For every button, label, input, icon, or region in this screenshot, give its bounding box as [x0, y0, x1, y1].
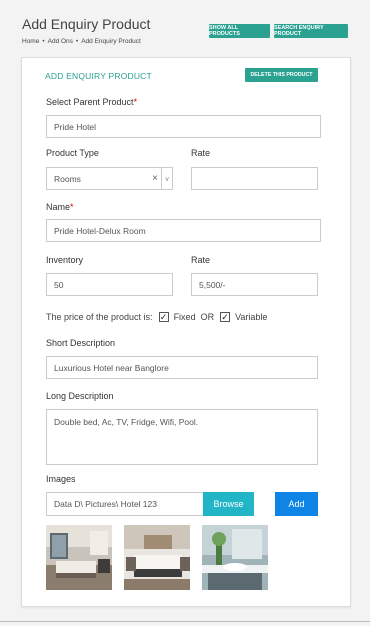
show-all-products-button[interactable]: SHOW ALL PRODUCTS — [209, 24, 270, 38]
name-label: Name* — [46, 202, 74, 212]
or-text: OR — [200, 312, 215, 322]
image-thumbnail[interactable] — [202, 525, 268, 590]
variable-checkbox[interactable]: ✓ — [220, 312, 231, 322]
name-input[interactable]: Pride Hotel-Delux Room — [46, 219, 321, 242]
variable-label: Variable — [235, 312, 268, 322]
rate-input-top[interactable] — [191, 167, 318, 190]
image-thumbnail[interactable] — [124, 525, 190, 590]
breadcrumb-addons[interactable]: Add Ons — [48, 38, 73, 45]
clear-icon[interactable]: × — [152, 173, 158, 184]
rate-label: Rate — [191, 255, 211, 265]
browse-button[interactable]: Browse — [203, 492, 254, 516]
breadcrumb-current: Add Enquiry Product — [81, 38, 141, 45]
long-description-label: Long Description — [46, 391, 114, 401]
name-label-text: Name — [46, 202, 71, 212]
fixed-label: Fixed — [173, 312, 196, 322]
short-description-input[interactable]: Luxurious Hotel near Banglore — [46, 356, 318, 379]
images-label: Images — [46, 474, 76, 484]
long-description-textarea[interactable]: Double bed, Ac, TV, Fridge, Wifi, Pool. — [46, 409, 318, 465]
inventory-input[interactable]: 50 — [46, 273, 173, 296]
enquiry-product-form-card: ADD ENQUIRY PRODUCT DELETE THIS PRODUCT … — [21, 57, 351, 607]
breadcrumb: Home • Add Ons • Add Enquiry Product — [22, 38, 141, 45]
breadcrumb-separator: • — [75, 38, 79, 45]
page-title: Add Enquiry Product — [22, 16, 151, 32]
required-mark: * — [70, 202, 74, 212]
parent-product-label: Select Parent Product* — [46, 97, 137, 107]
search-enquiry-product-button[interactable]: SEARCH ENQUIRY PRODUCT — [274, 24, 348, 38]
delete-product-button[interactable]: DELETE THIS PRODUCT — [245, 68, 318, 82]
product-type-label: Product Type — [46, 148, 99, 158]
price-type-text: The price of the product is: — [46, 312, 153, 322]
rate-input[interactable]: 5,500/- — [191, 273, 318, 296]
parent-product-label-text: Select Parent Product — [46, 97, 134, 107]
chevron-down-icon[interactable]: ∨ — [161, 168, 172, 189]
price-type-row: The price of the product is: ✓ Fixed OR … — [46, 312, 267, 322]
product-type-value: Rooms — [54, 173, 81, 184]
parent-product-input[interactable]: Pride Hotel — [46, 115, 321, 138]
fixed-checkbox[interactable]: ✓ — [158, 312, 169, 322]
product-type-select[interactable]: Rooms × ∨ — [46, 167, 173, 190]
breadcrumb-home[interactable]: Home — [22, 38, 39, 45]
breadcrumb-separator: • — [42, 38, 45, 45]
rate-label-top: Rate — [191, 148, 211, 158]
image-path-input[interactable]: Data D\ Pictures\ Hotel 123 — [46, 492, 204, 516]
form-title: ADD ENQUIRY PRODUCT — [45, 71, 152, 81]
image-thumbnail[interactable] — [46, 525, 112, 590]
bottom-divider — [0, 621, 370, 622]
short-description-label: Short Description — [46, 338, 116, 348]
required-mark: * — [133, 97, 138, 107]
add-image-button[interactable]: Add — [275, 492, 318, 516]
inventory-label: Inventory — [46, 255, 84, 265]
